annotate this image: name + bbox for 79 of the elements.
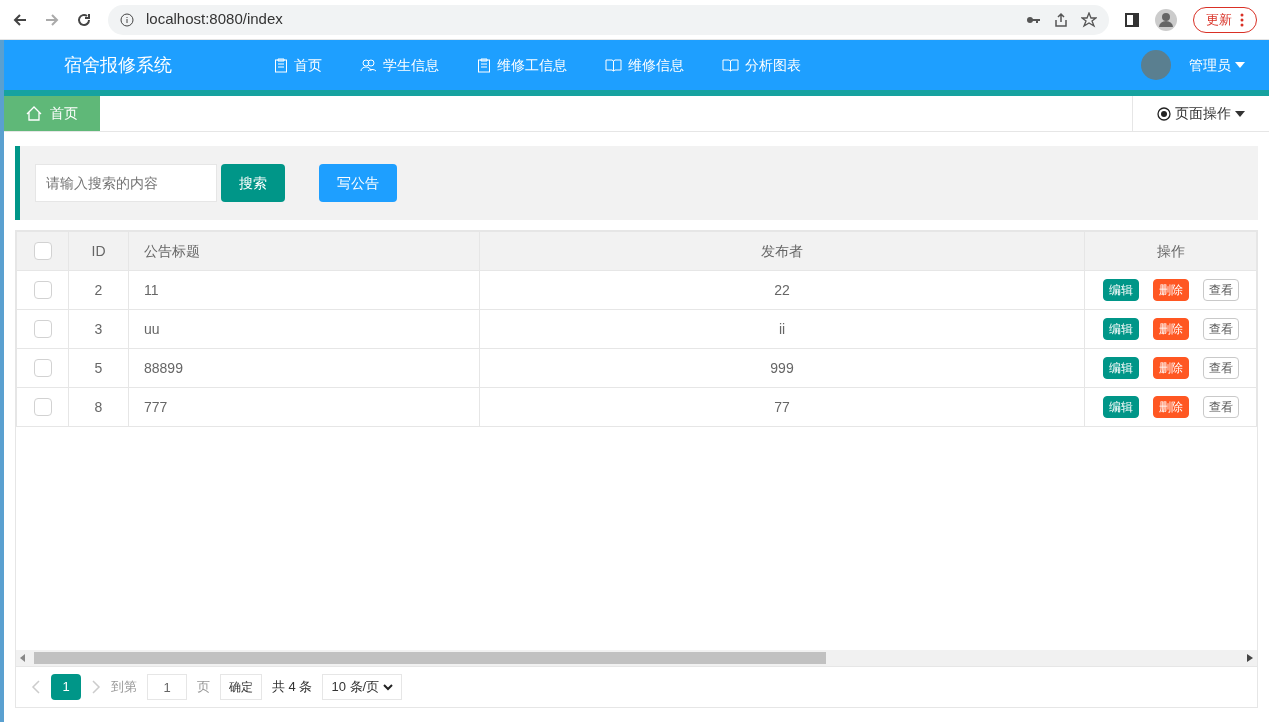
edit-button[interactable]: 编辑 [1102, 279, 1139, 301]
scroll-right-icon[interactable] [1247, 654, 1253, 662]
forward-icon[interactable] [44, 11, 60, 28]
goto-label: 到第 [111, 678, 137, 697]
reload-icon[interactable] [76, 11, 92, 28]
chevron-down-icon [383, 683, 394, 691]
delete-button[interactable]: 删除 [1152, 357, 1189, 379]
delete-button[interactable]: 删除 [1152, 279, 1189, 301]
table-cell: 8 [94, 398, 103, 415]
back-icon[interactable] [12, 11, 28, 28]
page-number-field[interactable]: 1 [147, 674, 187, 700]
star-icon[interactable] [1081, 11, 1097, 28]
table-cell: 77 [774, 398, 790, 415]
page-actions-menu[interactable]: 页面操作 [1132, 96, 1269, 131]
home-tab[interactable]: 首页 [4, 96, 100, 131]
nav-link[interactable]: 分析图表 [722, 54, 801, 76]
info-icon [120, 12, 134, 27]
next-page-icon[interactable] [91, 680, 101, 694]
column-header: 公告标题 [144, 242, 200, 259]
book-icon [722, 58, 739, 72]
view-button[interactable]: 查看 [1202, 318, 1239, 340]
edit-button[interactable]: 编辑 [1102, 396, 1139, 418]
view-button[interactable]: 查看 [1202, 357, 1239, 379]
column-header: 发布者 [761, 242, 803, 259]
delete-button[interactable]: 删除 [1152, 396, 1189, 418]
users-icon [360, 58, 377, 72]
user-menu[interactable]: 管理员 [1189, 54, 1245, 76]
share-icon[interactable] [1053, 11, 1069, 28]
table-cell: 999 [770, 359, 794, 376]
app-title: 宿舍报修系统 [64, 53, 173, 77]
radio-dot-icon [1157, 106, 1171, 121]
delete-button[interactable]: 删除 [1152, 318, 1189, 340]
checkbox[interactable] [33, 281, 52, 299]
page-number[interactable]: 1 [51, 674, 81, 700]
view-button[interactable]: 查看 [1202, 279, 1239, 301]
book-icon [605, 58, 622, 72]
table-cell: uu [144, 320, 160, 337]
total-count: 共 4 条 [272, 678, 313, 697]
previous-page-icon[interactable] [31, 680, 41, 694]
table-cell: 5 [94, 359, 103, 376]
address-bar[interactable]: localhost:8080/index [108, 4, 1109, 35]
page-size-select[interactable]: 10 条/页 [322, 674, 403, 700]
table-cell: 2 [94, 281, 103, 298]
nav-link[interactable]: 首页 [274, 54, 322, 76]
scroll-left-icon[interactable] [20, 654, 26, 662]
caret-icon [1235, 62, 1245, 68]
search-field[interactable]: 请输入搜索的内容 [35, 164, 217, 202]
page-unit-label: 页 [197, 678, 210, 697]
column-header: ID [91, 242, 106, 259]
url-text: localhost:8080/index [146, 9, 283, 30]
table-cell: 777 [144, 398, 168, 415]
avatar-icon[interactable] [1141, 50, 1171, 80]
clipboard-icon [274, 57, 288, 73]
edit-button[interactable]: 编辑 [1102, 318, 1139, 340]
write-notice-button[interactable]: 写公告 [319, 164, 397, 202]
table-cell: ii [778, 320, 786, 337]
home-icon [26, 106, 42, 121]
table-cell: 22 [774, 281, 790, 298]
confirm-button[interactable]: 确定 [220, 674, 262, 700]
more-icon [1240, 12, 1244, 27]
clipboard-icon [477, 57, 491, 73]
table-cell: 3 [94, 320, 103, 337]
checkbox[interactable] [33, 320, 52, 338]
edit-button[interactable]: 编辑 [1102, 357, 1139, 379]
profile-icon[interactable] [1155, 8, 1177, 31]
checkbox[interactable] [33, 242, 52, 260]
sidebar-icon[interactable] [1125, 12, 1139, 27]
column-header: 操作 [1156, 242, 1185, 259]
table-cell: 11 [144, 281, 159, 298]
nav-link[interactable]: 维修信息 [605, 54, 684, 76]
view-button[interactable]: 查看 [1202, 396, 1239, 418]
table-cell: 88899 [144, 359, 183, 376]
horizontal-scrollbar[interactable] [16, 650, 1257, 666]
caret-icon [1235, 110, 1245, 117]
nav-link[interactable]: 维修工信息 [477, 54, 567, 76]
nav-link[interactable]: 学生信息 [360, 54, 439, 76]
search-button[interactable]: 搜索 [221, 164, 285, 202]
checkbox[interactable] [33, 398, 52, 416]
checkbox[interactable] [33, 359, 52, 377]
